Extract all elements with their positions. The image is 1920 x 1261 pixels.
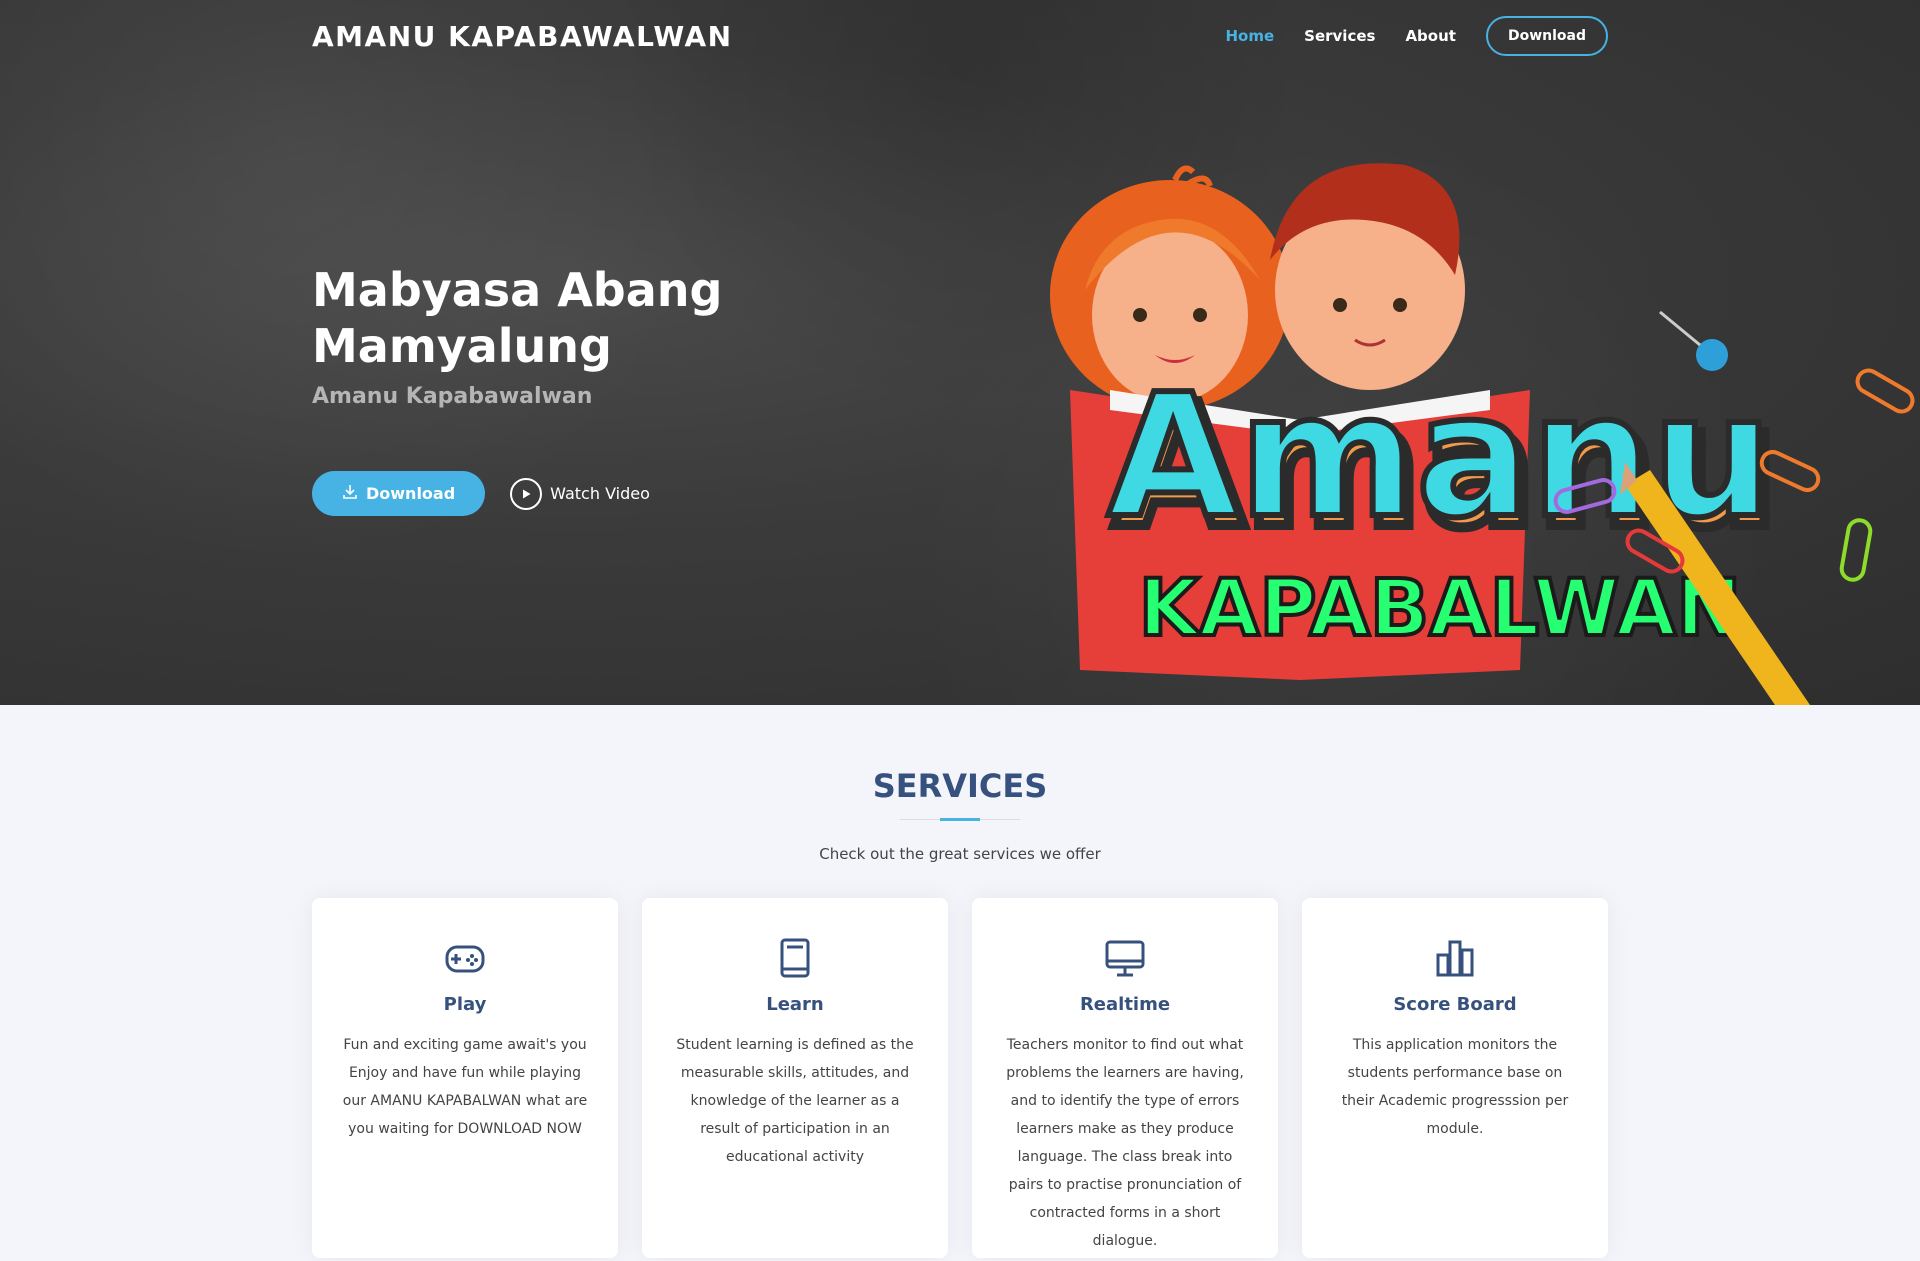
nav-download-button[interactable]: Download [1485,16,1608,56]
services-cards: Play Fun and exciting game await's you E… [312,898,1608,1258]
hero-section: AMANU KAPABAWALWAN Home Services About D… [0,0,1920,705]
main-nav: Home Services About Download [1195,16,1608,56]
site-logo[interactable]: AMANU KAPABAWALWAN [312,20,733,53]
card-text: This application monitors the students p… [1341,1037,1569,1137]
bar-chart-icon [1431,934,1479,982]
art-subtitle: KAPABALWAN [1139,564,1742,654]
service-card-play[interactable]: Play Fun and exciting game await's you E… [312,898,618,1258]
services-title: SERVICES [872,767,1048,805]
nav-about[interactable]: About [1405,27,1456,45]
site-header: AMANU KAPABAWALWAN Home Services About D… [0,0,1920,74]
download-icon [342,484,358,504]
title-divider [900,818,1020,821]
watch-video-label: Watch Video [550,484,650,503]
nav-home[interactable]: Home [1225,27,1274,45]
card-text: Fun and exciting game await's you Enjoy … [342,1037,588,1137]
watch-video-button[interactable]: Watch Video [510,477,650,510]
hero-illustration: Amanu Amanu KAPABALWAN [1050,163,1915,705]
hero-download-label: Download [366,484,456,503]
service-card-realtime[interactable]: Realtime Teachers monitor to find out wh… [972,898,1278,1258]
card-title: Realtime [1079,994,1171,1015]
service-card-learn[interactable]: Learn Student learning is defined as the… [642,898,948,1258]
hero-subtitle: Amanu Kapabawalwan [312,384,593,409]
hero-actions: Download Watch Video [312,471,650,516]
service-card-scoreboard[interactable]: Score Board This application monitors th… [1302,898,1608,1258]
paperclip-shape [1855,368,1915,414]
card-text: Student learning is defined as the measu… [676,1037,914,1165]
hero-download-button[interactable]: Download [312,471,486,516]
card-title: Play [443,994,487,1015]
card-title: Score Board [1393,994,1517,1015]
book-icon [771,934,819,982]
card-title: Learn [766,994,824,1015]
card-text: Teachers monitor to find out what proble… [1006,1037,1244,1249]
monitor-icon [1101,934,1149,982]
play-icon [510,477,543,510]
services-description: Check out the great services we offer [819,845,1101,863]
hero-title: Mabyasa Abang Mamyalung [312,263,723,373]
hero-text: Mabyasa Abang Mamyalung Amanu Kapabawalw… [312,262,812,409]
gamepad-icon [441,934,489,982]
nav-services[interactable]: Services [1304,27,1375,45]
services-section: SERVICES Check out the great services we… [0,705,1920,1261]
